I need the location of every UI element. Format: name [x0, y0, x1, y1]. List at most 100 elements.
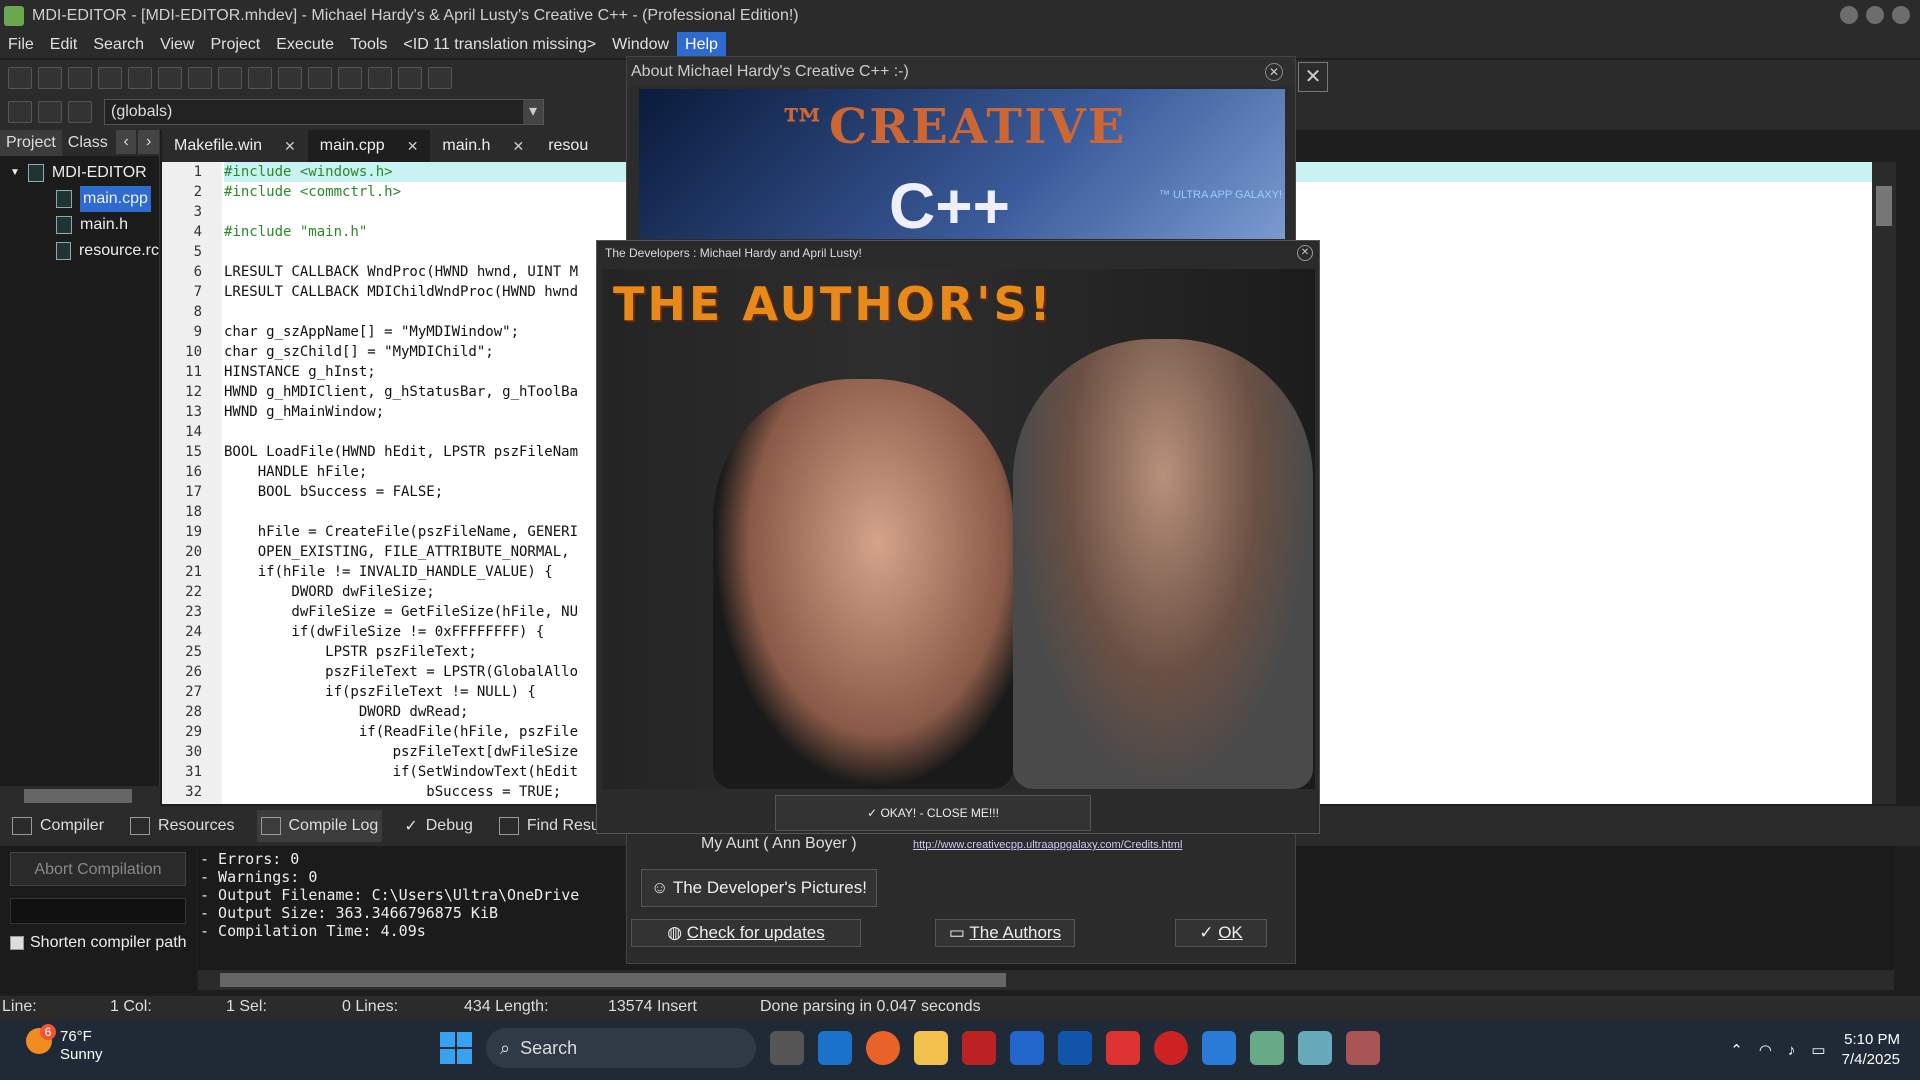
tab-resource[interactable]: resou	[536, 130, 600, 162]
find-icon[interactable]	[218, 67, 242, 89]
outlook-icon[interactable]	[818, 1031, 852, 1065]
about-ok-button[interactable]: ✓ OK	[1175, 919, 1267, 947]
menu-search[interactable]: Search	[85, 32, 152, 58]
panel-scrollbar[interactable]	[0, 786, 160, 806]
close-all-icon[interactable]	[158, 67, 182, 89]
line-number: 30	[185, 744, 202, 760]
close-icon[interactable]: ✕	[1265, 63, 1283, 81]
taskbar-search[interactable]: ⌕ Search	[486, 1028, 756, 1068]
tab-compile-log[interactable]: Compile Log	[256, 810, 383, 842]
task-view-icon[interactable]	[770, 1031, 804, 1065]
windows-start-icon[interactable]	[440, 1032, 472, 1064]
scroll-thumb[interactable]	[24, 789, 132, 803]
maximize-button[interactable]	[1866, 6, 1884, 24]
print-icon[interactable]	[188, 67, 212, 89]
close-icon[interactable]: ✕	[512, 130, 524, 162]
split-icon[interactable]	[308, 67, 332, 89]
globals-dropdown[interactable]: (globals) ▾	[104, 99, 544, 125]
tab-main-h[interactable]: main.h ✕	[430, 130, 536, 162]
banner-title: ™CREATIVE	[779, 99, 1127, 155]
tab-class[interactable]: Class	[62, 130, 114, 156]
chevron-down-icon[interactable]: ▾	[523, 100, 543, 124]
save-all-icon[interactable]	[98, 67, 122, 89]
tab-resources[interactable]: Resources	[126, 810, 238, 842]
tree-label: main.cpp	[80, 186, 151, 212]
chevron-right-icon[interactable]: ›	[138, 130, 159, 154]
tree-item-main-cpp[interactable]: main.cpp	[0, 186, 159, 212]
scroll-thumb[interactable]	[220, 973, 1006, 987]
import-icon[interactable]	[398, 67, 422, 89]
menu-help[interactable]: Help	[677, 32, 726, 58]
export-icon[interactable]	[428, 67, 452, 89]
new-file-icon[interactable]	[8, 67, 32, 89]
tab-compiler[interactable]: Compiler	[8, 810, 108, 842]
notes-icon[interactable]	[1298, 1031, 1332, 1065]
rocket-icon[interactable]	[1106, 1031, 1140, 1065]
minimize-button[interactable]	[1840, 6, 1858, 24]
compiler-controls: Abort Compilation Shorten compiler path	[0, 846, 196, 994]
line-number: 6	[193, 264, 202, 280]
editor-scrollbar[interactable]	[1872, 162, 1896, 804]
menu-file[interactable]: File	[0, 32, 42, 58]
credits-link[interactable]: http://www.creativecpp.ultraappgalaxy.co…	[913, 839, 1182, 851]
menu-project[interactable]: Project	[202, 32, 268, 58]
developers-title: The Developers : Michael Hardy and April…	[597, 241, 1319, 265]
undo-icon[interactable]	[338, 67, 362, 89]
line-number: 29	[185, 724, 202, 740]
chevron-up-icon[interactable]: ⌃	[1730, 1041, 1743, 1059]
status-bar: Line: 1 Col: 1 Sel: 0 Lines: 434 Length:…	[0, 996, 1920, 1020]
menu-tools[interactable]: Tools	[342, 32, 395, 58]
scroll-thumb[interactable]	[1876, 186, 1892, 226]
indent-icon[interactable]	[278, 67, 302, 89]
devtool-icon[interactable]	[1250, 1031, 1284, 1065]
close-icon[interactable]: ✕	[1297, 245, 1313, 261]
tab-makefile[interactable]: Makefile.win ✕	[162, 130, 308, 162]
tree-root[interactable]: ▼ MDI-EDITOR	[0, 160, 159, 186]
battery-icon[interactable]: ▭	[1811, 1041, 1825, 1059]
developer-pictures-button[interactable]: ☺ The Developer's Pictures!	[641, 869, 877, 907]
tab-debug[interactable]: ✓ Debug	[400, 810, 477, 842]
store-icon[interactable]	[1010, 1031, 1044, 1065]
app-icon[interactable]	[1058, 1031, 1092, 1065]
close-icon[interactable]: ✕	[1298, 62, 1328, 92]
save-icon[interactable]	[68, 67, 92, 89]
clock[interactable]: 5:10 PM 7/4/2025	[1842, 1030, 1900, 1070]
weather-widget[interactable]: 6 76°F Sunny	[26, 1024, 103, 1064]
menu-edit[interactable]: Edit	[42, 32, 86, 58]
tree-item-main-h[interactable]: main.h	[0, 212, 159, 238]
tree-item-resource[interactable]: resource.rc	[0, 238, 159, 264]
replace-icon[interactable]	[248, 67, 272, 89]
menu-execute[interactable]: Execute	[268, 32, 342, 58]
bookmark-list-icon[interactable]	[68, 101, 92, 123]
abort-compilation-button[interactable]: Abort Compilation	[10, 852, 186, 886]
close-icon[interactable]: ✕	[407, 130, 419, 162]
redo-icon[interactable]	[368, 67, 392, 89]
menu-window[interactable]: Window	[604, 32, 677, 58]
close-file-icon[interactable]	[128, 67, 152, 89]
filezilla-icon[interactable]	[962, 1031, 996, 1065]
editor-icon[interactable]	[1202, 1031, 1236, 1065]
tab-main-cpp[interactable]: main.cpp ✕	[307, 130, 431, 162]
bookmark-icon[interactable]	[38, 101, 62, 123]
close-icon[interactable]: ✕	[284, 130, 296, 162]
the-authors-button[interactable]: ▭ The Authors	[935, 919, 1075, 947]
check-updates-button[interactable]: ◍ Check for updates	[631, 919, 861, 947]
rad-icon[interactable]	[1154, 1031, 1188, 1065]
file-explorer-icon[interactable]	[914, 1031, 948, 1065]
tab-project[interactable]: Project	[0, 130, 62, 156]
wifi-icon[interactable]: ◠	[1759, 1041, 1772, 1059]
chevron-left-icon[interactable]: ‹	[115, 130, 137, 154]
open-folder-icon[interactable]	[38, 67, 62, 89]
expand-icon[interactable]: ▼	[10, 160, 20, 186]
creative-cpp-icon[interactable]	[1346, 1031, 1380, 1065]
menu-view[interactable]: View	[152, 32, 202, 58]
class-browser-icon[interactable]	[8, 101, 32, 123]
close-window-button[interactable]	[1892, 6, 1910, 24]
okay-close-button[interactable]: ✓ OKAY! - CLOSE ME!!!	[775, 795, 1091, 831]
firefox-icon[interactable]	[866, 1031, 900, 1065]
menu-translation-missing[interactable]: <ID 11 translation missing>	[395, 32, 604, 58]
shorten-path-checkbox[interactable]: Shorten compiler path	[10, 934, 187, 952]
volume-icon[interactable]: ♪	[1788, 1042, 1796, 1059]
checkbox-box[interactable]	[10, 936, 24, 950]
log-scrollbar[interactable]	[198, 970, 1894, 990]
